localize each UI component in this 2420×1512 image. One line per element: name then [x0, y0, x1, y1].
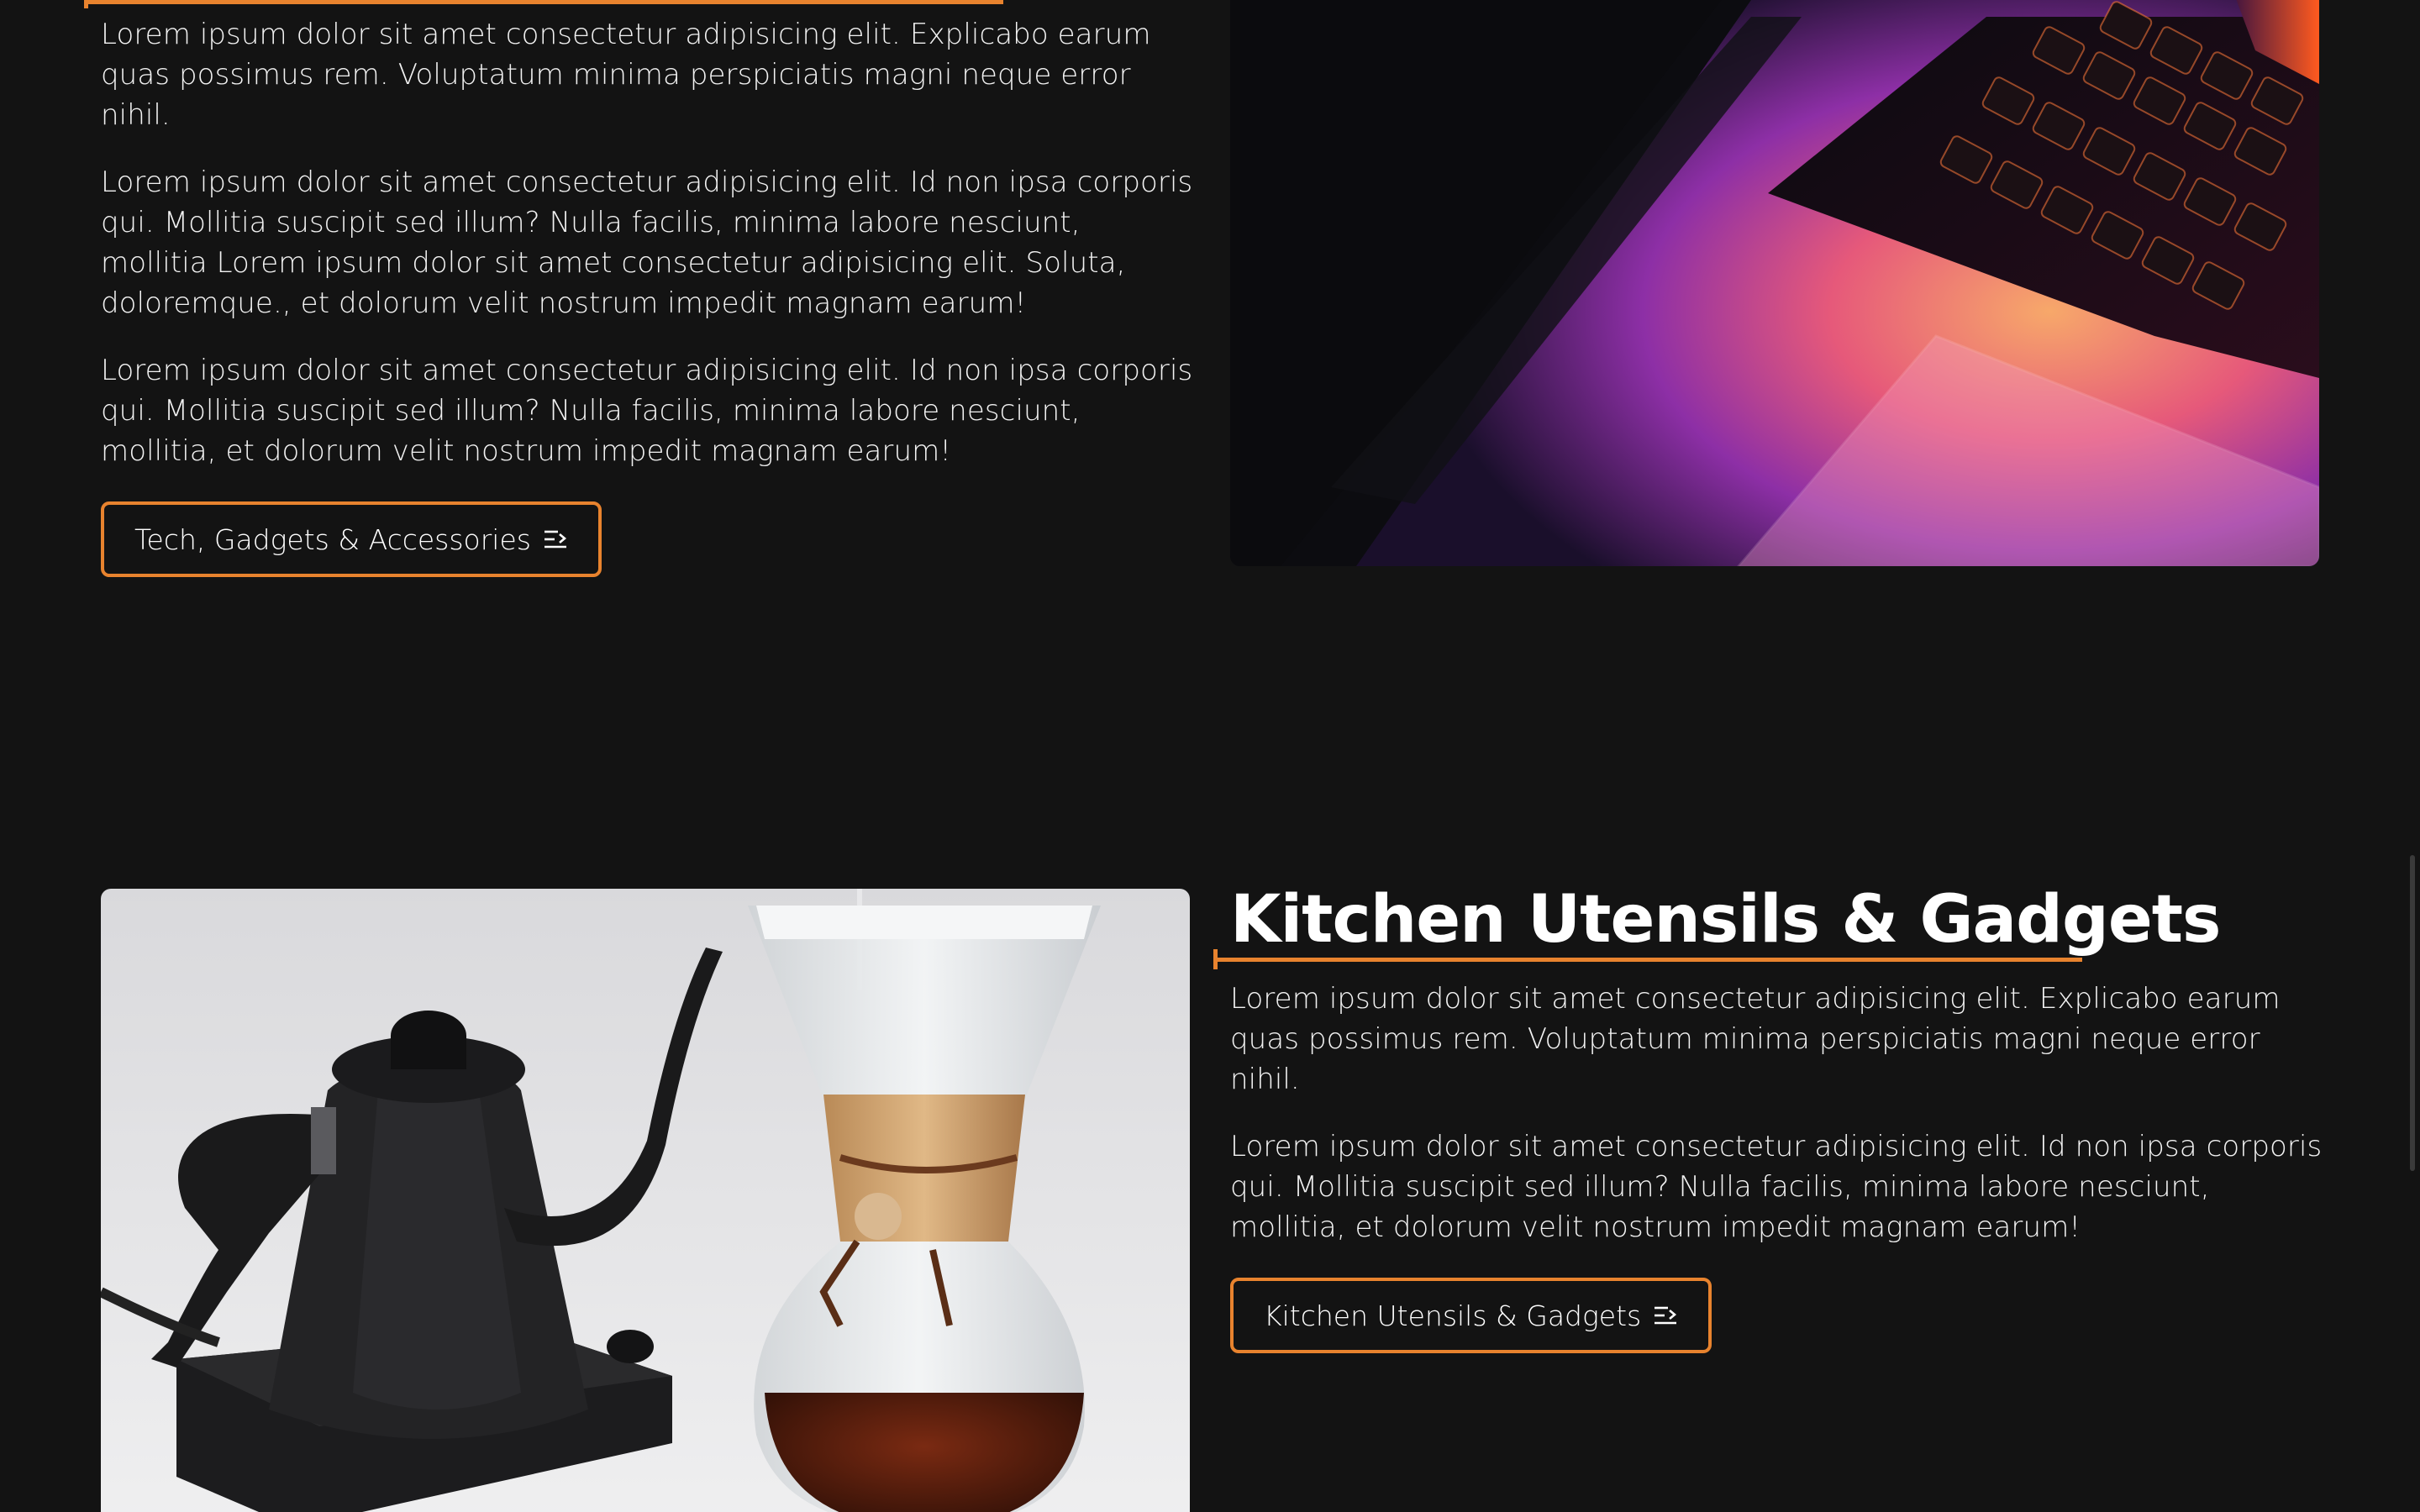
kitchen-heading-underline-tick: [1213, 949, 1218, 969]
arrow-list-icon: [1655, 1306, 1677, 1325]
laptop-keyboard-photo: [1230, 0, 2319, 566]
kitchen-section-text: Kitchen Utensils & Gadgets Lorem ipsum d…: [1213, 882, 2323, 1353]
tech-heading-underline-tick: [84, 0, 88, 8]
kitchen-category-button-label: Kitchen Utensils & Gadgets: [1264, 1299, 1642, 1332]
tech-category-button[interactable]: Tech, Gadgets & Accessories: [101, 501, 602, 577]
kitchen-paragraph-2: Lorem ipsum dolor sit amet consectetur a…: [1230, 1130, 2323, 1244]
tech-section-text: Lorem ipsum dolor sit amet consectetur a…: [101, 14, 1193, 577]
kitchen-heading-underline: [1213, 949, 2082, 969]
kitchen-paragraph-1: Lorem ipsum dolor sit amet consectetur a…: [1230, 982, 2281, 1096]
tech-heading-underline: [84, 0, 1003, 4]
kettle-coffee-photo: [101, 889, 1190, 1512]
tech-paragraph-3: Lorem ipsum dolor sit amet consectetur a…: [101, 354, 1193, 468]
page-scrollbar[interactable]: [2410, 855, 2415, 1171]
tech-paragraph-1: Lorem ipsum dolor sit amet consectetur a…: [101, 18, 1151, 132]
arrow-list-icon: [544, 530, 567, 549]
kitchen-category-button[interactable]: Kitchen Utensils & Gadgets: [1230, 1278, 1712, 1353]
tech-paragraph-2: Lorem ipsum dolor sit amet consectetur a…: [101, 165, 1193, 320]
tech-category-button-label: Tech, Gadgets & Accessories: [134, 522, 531, 556]
kitchen-heading: Kitchen Utensils & Gadgets: [1230, 882, 2221, 958]
page: Lorem ipsum dolor sit amet consectetur a…: [0, 0, 2420, 1512]
